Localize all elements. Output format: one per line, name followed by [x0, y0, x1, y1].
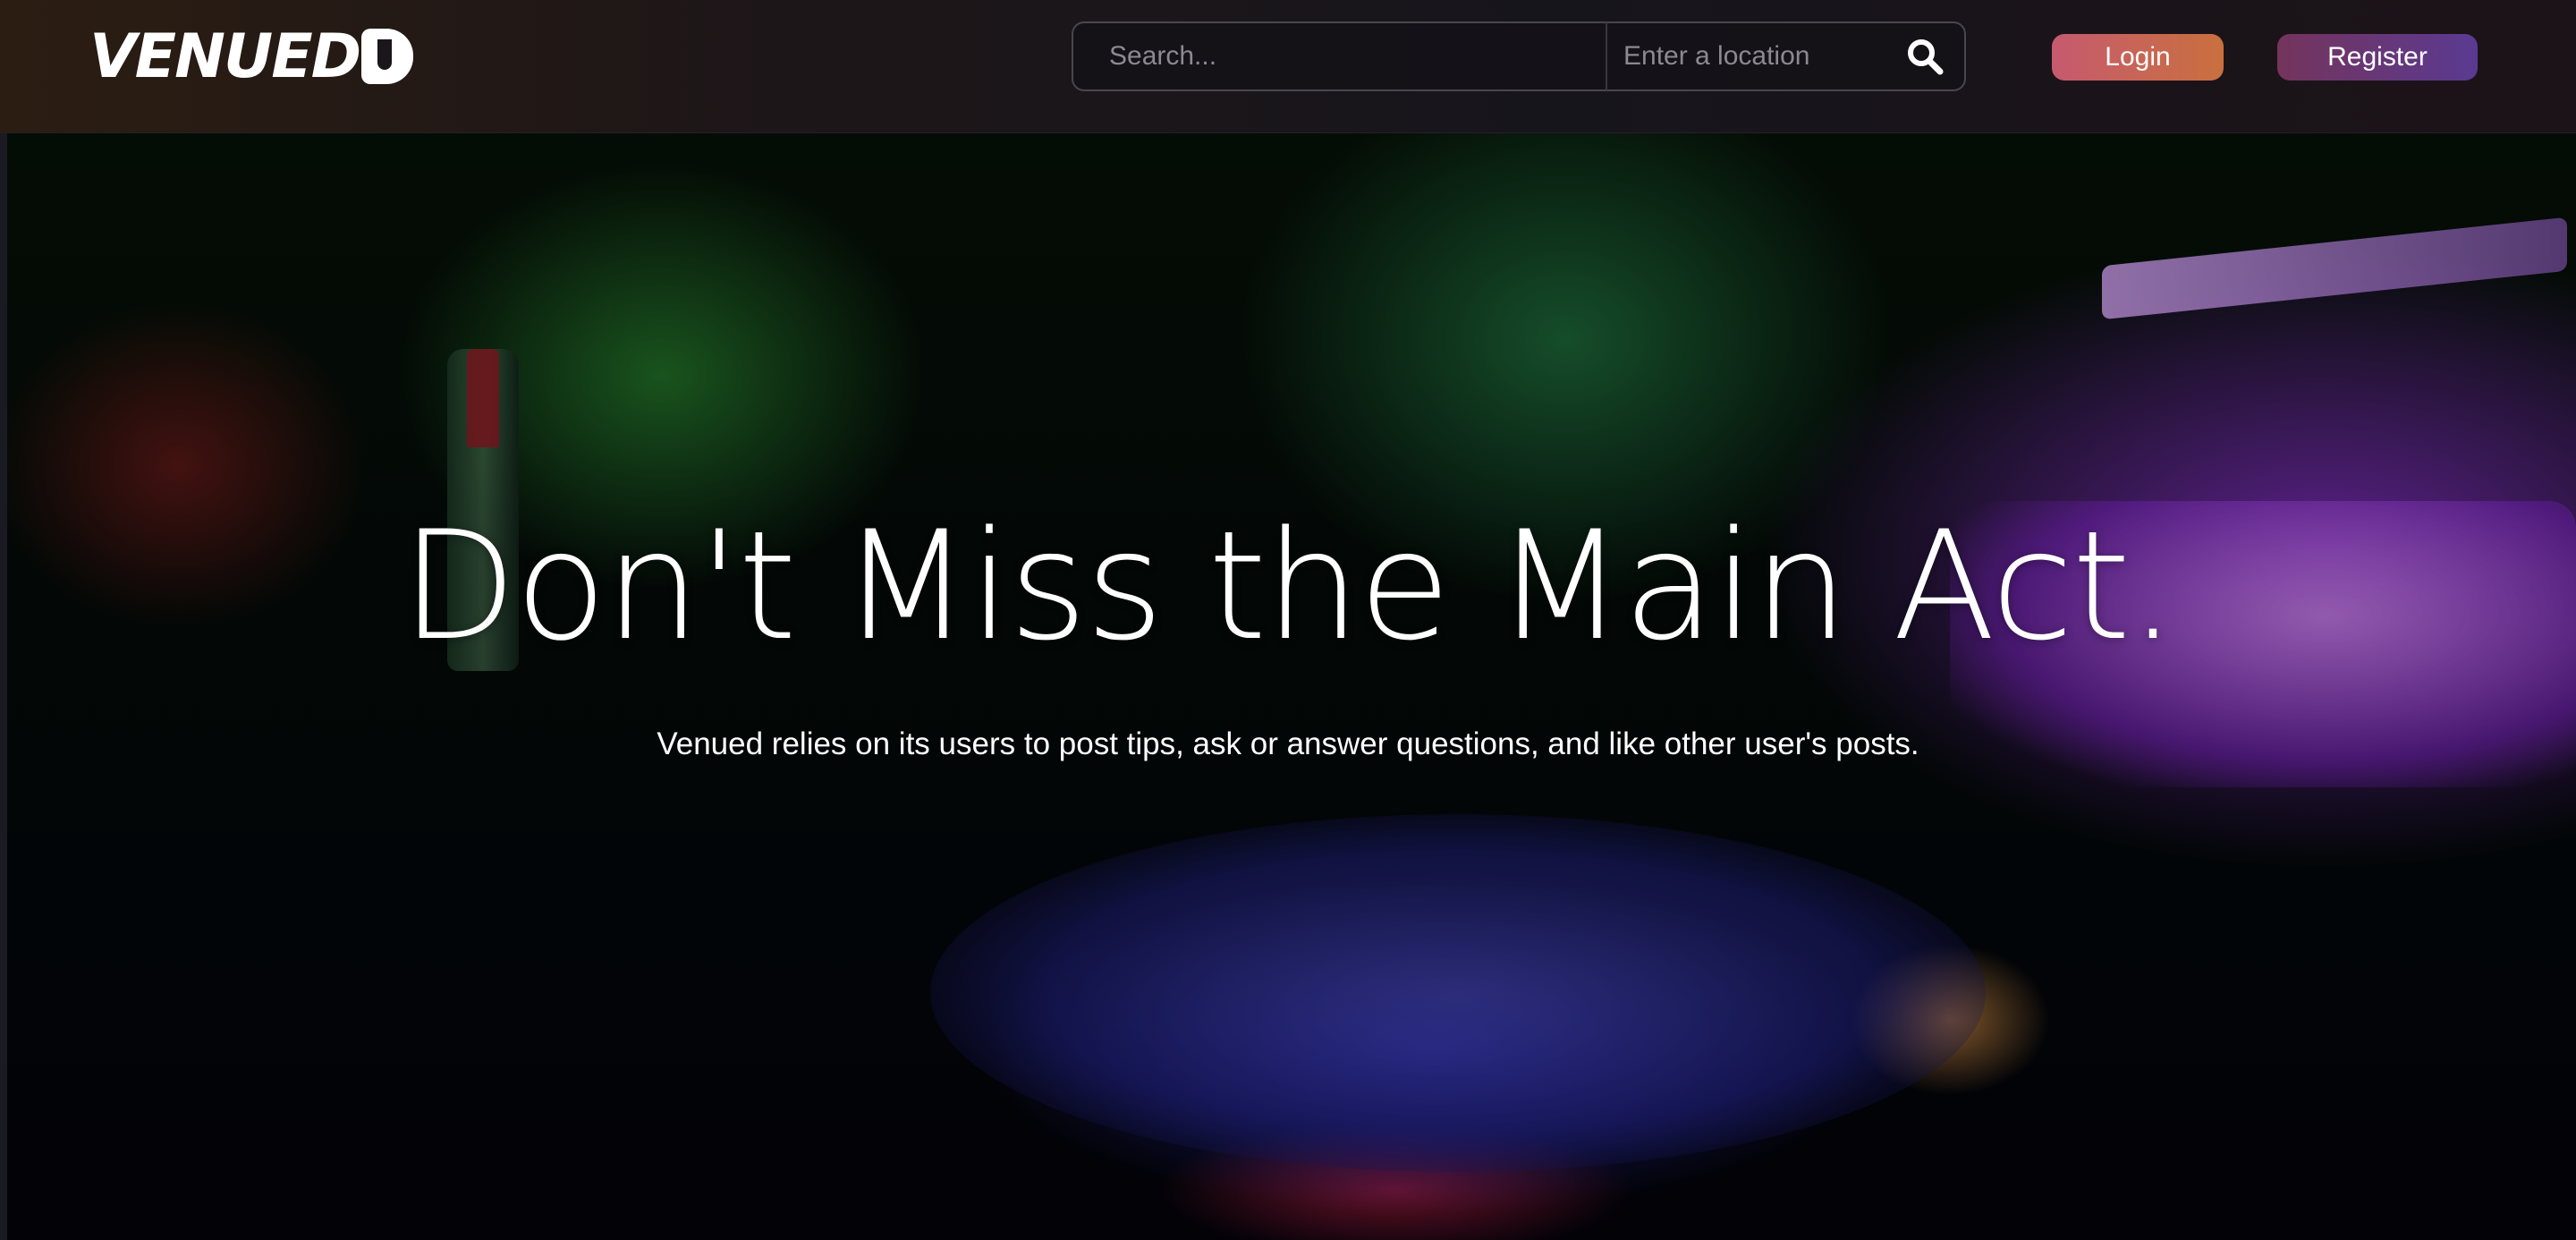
register-button[interactable]: Register	[2277, 34, 2478, 81]
top-navbar: VENUED Login Register	[0, 0, 2576, 133]
search-button[interactable]	[1894, 22, 1956, 90]
logo-text: VENUED	[89, 21, 361, 92]
location-input[interactable]	[1607, 22, 1894, 90]
page: VENUED Login Register Don't Miss the Mai…	[0, 0, 2576, 1240]
venued-logo[interactable]: VENUED	[89, 21, 414, 92]
music-note-icon	[361, 29, 414, 84]
hero-title: Don't Miss the Main Act.	[401, 498, 2176, 674]
search-bar	[1072, 21, 1966, 91]
search-input[interactable]	[1073, 22, 1607, 90]
hero-subtitle: Venued relies on its users to post tips,…	[657, 726, 1919, 761]
login-button[interactable]: Login	[2052, 34, 2224, 81]
search-icon	[1908, 39, 1944, 75]
